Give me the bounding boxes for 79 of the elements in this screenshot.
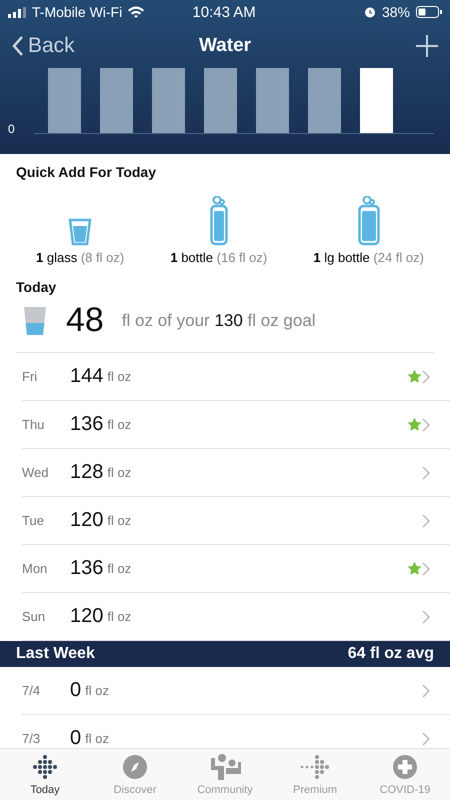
compass-icon — [122, 754, 148, 780]
day-row[interactable]: Thu 136 fl oz — [22, 401, 450, 449]
day-label: Wed — [22, 465, 50, 480]
star-icon — [407, 561, 422, 576]
chevron-right-icon — [422, 610, 430, 624]
day-label: Fri — [22, 369, 38, 384]
band-title: Last Week — [16, 645, 95, 663]
tab[interactable]: Today — [0, 749, 90, 800]
day-label: Tue — [22, 513, 45, 528]
chevron-right-icon — [422, 562, 430, 576]
quick-add-button[interactable]: 1 bottle (16 fl oz) — [170, 190, 268, 265]
unit-label: fl oz — [107, 513, 132, 528]
day-label: Thu — [22, 417, 46, 432]
quick-add-button[interactable]: 1 lg bottle (24 fl oz) — [313, 190, 424, 265]
chevron-right-icon — [422, 514, 430, 528]
unit-label: fl oz — [107, 369, 132, 384]
unit-label: fl oz — [107, 465, 132, 480]
day-label: Sun — [22, 609, 46, 624]
unit-label: fl oz — [85, 731, 110, 746]
quick-add-button[interactable]: 1 glass (8 fl oz) — [36, 190, 124, 265]
section-title: Today — [16, 279, 58, 295]
dots-logo-icon — [300, 754, 330, 780]
day-label: Mon — [22, 561, 48, 576]
chart-bar[interactable] — [256, 68, 289, 133]
unit-label: fl oz — [85, 683, 110, 698]
chevron-left-icon — [12, 36, 24, 56]
amount-value: 120 — [70, 605, 104, 628]
amount-value: 0 — [70, 727, 82, 748]
amount-value: 120 — [70, 509, 104, 532]
today-amount: 48 — [66, 301, 104, 340]
alarm-icon — [364, 6, 376, 18]
glass-icon — [22, 304, 48, 336]
add-icon[interactable] — [416, 35, 438, 57]
unit-label: fl oz — [107, 417, 132, 432]
goal-text: fl oz of your 130 fl oz goal — [122, 310, 316, 330]
chart-bar[interactable] — [360, 68, 393, 133]
chevron-right-icon — [422, 466, 430, 480]
day-row[interactable]: Fri 144 fl oz — [22, 353, 450, 401]
star-icon — [407, 417, 422, 432]
axis-label: 0 — [8, 122, 16, 136]
amount-value: 136 — [70, 557, 104, 580]
back-button[interactable]: Back — [12, 34, 75, 58]
chart-bar[interactable] — [204, 68, 237, 133]
section-title: Quick Add For Today — [16, 164, 158, 180]
status-time: 10:43 AM — [191, 4, 257, 20]
wifi-icon — [128, 6, 144, 18]
unit-label: fl oz — [107, 561, 132, 576]
battery-icon — [416, 6, 442, 18]
average-label: 64 fl oz avg — [348, 645, 434, 663]
bottle-icon — [210, 196, 228, 246]
day-row[interactable]: Mon 136 fl oz — [22, 545, 450, 593]
day-label: 7/4 — [22, 683, 42, 698]
amount-value: 0 — [70, 679, 82, 702]
chart-bar[interactable] — [100, 68, 133, 133]
battery-percent: 38% — [382, 4, 410, 20]
glass-icon — [68, 218, 92, 246]
chevron-right-icon — [422, 418, 430, 432]
chart-bar[interactable] — [152, 68, 185, 133]
bottle-icon — [358, 196, 380, 246]
chart-bar[interactable] — [48, 68, 81, 133]
people-icon — [209, 754, 241, 780]
amount-value: 128 — [70, 461, 104, 484]
unit-label: fl oz — [107, 609, 132, 624]
plus-circle-icon — [392, 754, 418, 780]
screen-title: Water — [198, 35, 252, 57]
signal-icon — [8, 6, 26, 18]
amount-value: 136 — [70, 413, 104, 436]
day-row[interactable]: Wed 128 fl oz — [22, 449, 450, 497]
dots-logo-icon — [32, 754, 58, 780]
chevron-right-icon — [422, 370, 430, 384]
carrier-label: T-Mobile Wi-Fi — [32, 4, 122, 20]
day-row[interactable]: 7/4 0 fl oz — [22, 667, 450, 715]
day-row[interactable]: Tue 120 fl oz — [22, 497, 450, 545]
chevron-right-icon — [422, 684, 430, 698]
chevron-right-icon — [422, 732, 430, 746]
amount-value: 144 — [70, 365, 104, 388]
chart-bar[interactable] — [308, 68, 341, 133]
day-label: 7/3 — [22, 731, 42, 746]
star-icon — [407, 369, 422, 384]
